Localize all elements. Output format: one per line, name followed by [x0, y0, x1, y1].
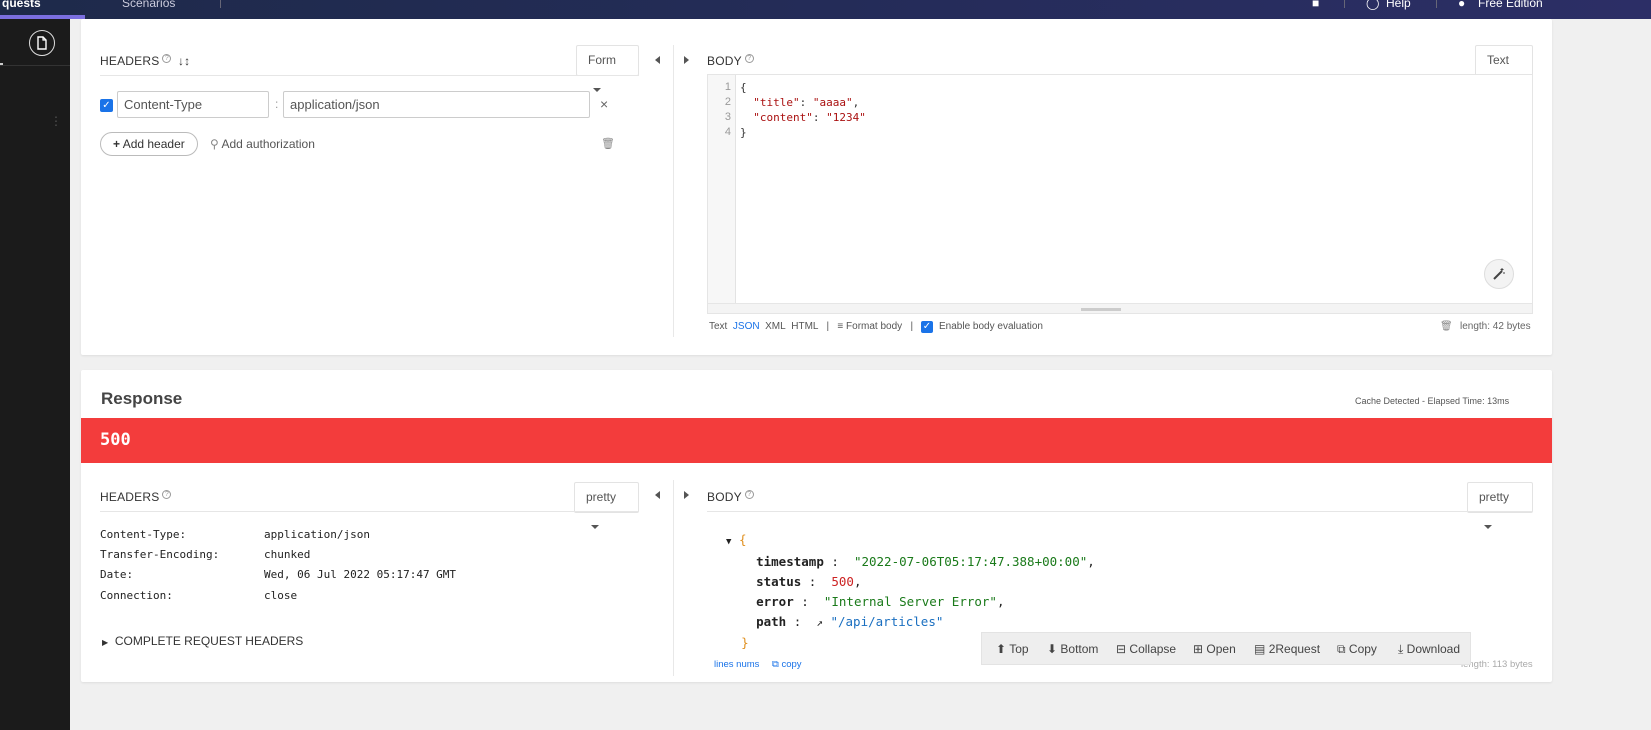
edition-icon: ● [1458, 0, 1466, 10]
body-editor[interactable]: 1 2 3 4 { "title": "aaaa", "content": "1… [707, 74, 1533, 314]
header-enabled-checkbox[interactable]: ✓ [100, 99, 113, 112]
collapse-left-icon[interactable] [655, 491, 660, 499]
remove-header-icon[interactable]: × [600, 96, 608, 112]
edition-label[interactable]: Free Edition [1478, 0, 1543, 10]
line-numbers-toggle[interactable]: lines nums [714, 659, 759, 670]
copy-icon: ⧉ [1337, 642, 1346, 656]
top-navigation-bar: quests Scenarios ■ ◯ Help ● Free Edition [0, 0, 1651, 19]
divider [100, 75, 639, 76]
divider [707, 511, 1533, 512]
trash-icon[interactable]: 🗑 [1440, 321, 1453, 332]
help-link[interactable]: Help [1386, 0, 1411, 10]
help-icon: ? [162, 54, 172, 63]
response-headers-title: HEADERS? [100, 490, 172, 504]
response-toolbar: ⬆ Top ⬇ Bottom ⊟ Collapse ⊞ Open ▤ 2Requ… [981, 632, 1471, 665]
collapse-toggle-icon[interactable]: ▼ [726, 537, 731, 547]
minus-square-icon: ⊟ [1116, 642, 1127, 656]
help-icon[interactable]: ◯ [1366, 0, 1379, 10]
body-code[interactable]: { "title": "aaaa", "content": "1234" } [740, 80, 866, 140]
copy-icon: ⧉ [772, 659, 779, 670]
divider [1344, 0, 1345, 8]
download-icon: ⤓ [1398, 642, 1404, 656]
format-json[interactable]: JSON [733, 321, 760, 332]
request-headers-title: HEADERS? ↓↕ [100, 54, 191, 68]
chevron-down-icon [1484, 524, 1492, 529]
chat-icon[interactable]: ■ [1312, 0, 1319, 10]
chevron-down-icon [593, 87, 601, 92]
caret-right-icon: ▶ [102, 638, 109, 647]
plus-icon: + [113, 137, 121, 151]
expand-right-icon[interactable] [684, 491, 689, 499]
copy-button[interactable]: ⧉ Copy [1337, 642, 1377, 657]
response-header-row: Connection: close [100, 589, 298, 602]
response-body-mode-dropdown[interactable]: pretty [1467, 482, 1533, 529]
help-icon: ? [162, 490, 172, 499]
to-request-button[interactable]: ▤ 2Request [1254, 642, 1320, 656]
enable-eval-checkbox[interactable]: ✓ [921, 321, 933, 333]
response-header-row: Content-Type: application/json [100, 528, 370, 541]
download-button[interactable]: ⤓ Download [1398, 642, 1460, 657]
format-body-icon: ≡ [837, 321, 844, 332]
chevron-down-icon [591, 524, 599, 529]
format-html[interactable]: HTML [791, 321, 818, 332]
request-body-title: BODY? [707, 54, 754, 68]
response-header-row: Transfer-Encoding: chunked [100, 548, 311, 561]
sidebar-divider [0, 65, 70, 66]
header-name-input[interactable]: Content-Type [117, 91, 269, 118]
magic-wand-icon[interactable] [1484, 259, 1514, 289]
tab-requests[interactable]: quests [2, 0, 41, 10]
arrow-down-icon: ⬇ [1047, 642, 1058, 656]
plus-square-icon: ⊞ [1193, 642, 1204, 656]
response-body-title: BODY? [707, 490, 754, 504]
panel-divider[interactable] [673, 480, 674, 676]
status-code: 500 [100, 430, 131, 450]
divider [1436, 0, 1437, 8]
divider [220, 0, 221, 8]
header-value-input[interactable]: application/json [283, 91, 590, 118]
tab-scenarios[interactable]: Scenarios [122, 0, 175, 10]
copy-link[interactable]: ⧉ copy [772, 659, 802, 670]
arrow-up-icon: ⬆ [996, 642, 1007, 656]
top-button[interactable]: ⬆ Top [996, 642, 1029, 656]
bottom-button[interactable]: ⬇ Bottom [1047, 642, 1098, 656]
editor-resize-handle[interactable] [708, 303, 1532, 313]
divider [100, 511, 639, 512]
sidebar: ⋮ [0, 19, 70, 730]
open-button[interactable]: ⊞ Open [1193, 642, 1236, 656]
trash-icon[interactable]: 🗑 [601, 137, 615, 150]
document-icon[interactable] [29, 30, 55, 56]
format-body-button[interactable]: Format body [846, 321, 902, 332]
add-header-button[interactable]: + Add header [100, 132, 198, 156]
sort-icon: ↓↕ [177, 54, 191, 68]
panel-divider[interactable] [673, 45, 674, 337]
path-link[interactable]: "/api/articles" [830, 614, 943, 629]
key-icon: ⚲ [210, 137, 219, 151]
line-numbers: 1 2 3 4 [708, 75, 736, 303]
response-meta: Cache Detected - Elapsed Time: 13ms [1355, 396, 1510, 406]
external-link-icon[interactable]: ↗ [816, 616, 823, 629]
collapse-left-icon[interactable] [655, 56, 660, 64]
complete-request-headers-toggle[interactable]: ▶ COMPLETE REQUEST HEADERS [102, 634, 303, 648]
response-length: length: 113 bytes [1461, 659, 1533, 670]
clipboard-icon: ▤ [1254, 642, 1266, 656]
more-options-icon[interactable]: ⋮ [50, 115, 62, 127]
enable-eval-label: Enable body evaluation [939, 321, 1043, 332]
response-title: Response [101, 389, 183, 408]
help-icon: ? [744, 490, 754, 499]
format-xml[interactable]: XML [765, 321, 786, 332]
format-text[interactable]: Text [709, 321, 727, 332]
headers-mode-dropdown[interactable]: Form [576, 45, 639, 92]
help-icon: ? [744, 54, 754, 63]
colon-separator: : [275, 97, 279, 111]
body-format-bar: Text JSON XML HTML | ≡ Format body | [709, 321, 919, 332]
response-header-row: Date: Wed, 06 Jul 2022 05:17:47 GMT [100, 568, 457, 581]
status-banner: 500 [81, 418, 1552, 463]
collapse-button[interactable]: ⊟ Collapse [1116, 642, 1176, 656]
body-mode-dropdown[interactable]: Text [1475, 45, 1533, 92]
request-panel: HEADERS? ↓↕ Form ✓ Content-Type : applic… [81, 19, 1552, 355]
add-authorization-link[interactable]: ⚲ Add authorization [210, 137, 315, 151]
response-headers-mode-dropdown[interactable]: pretty [574, 482, 639, 529]
body-length: length: 42 bytes [1460, 321, 1531, 332]
expand-right-icon[interactable] [684, 56, 689, 64]
